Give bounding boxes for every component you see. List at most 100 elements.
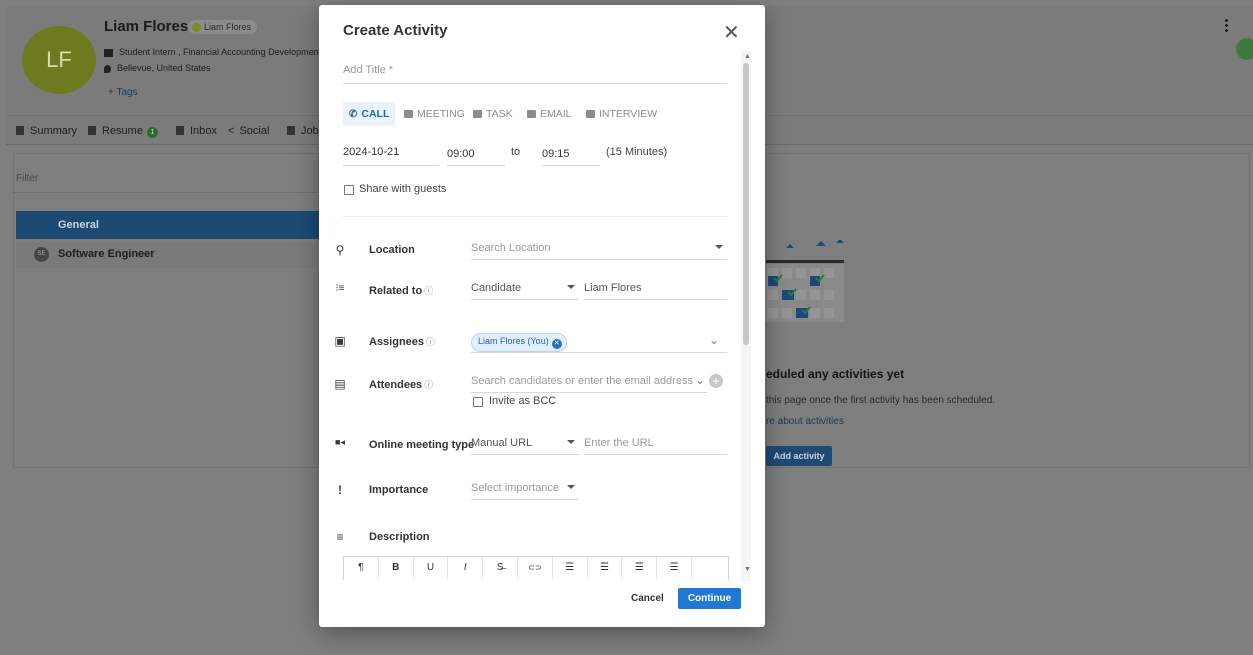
add-tags-link[interactable]: + Tags [108, 87, 138, 98]
inbox-icon [176, 126, 184, 135]
date-field[interactable]: 2024-10-21 [343, 144, 439, 166]
job-badge: SE [34, 247, 49, 262]
chevron-down-icon [567, 440, 575, 444]
location-label: Location [369, 244, 415, 256]
divider [343, 216, 727, 217]
empty-state-subtitle: this page once the first activity has be… [766, 395, 996, 406]
tab-social-label: Social [239, 125, 270, 137]
location-line: Bellevue, United States [104, 63, 211, 73]
related-type-select[interactable]: Candidate [471, 278, 579, 300]
interview-icon [586, 110, 595, 118]
close-icon[interactable]: ✕ [723, 20, 740, 45]
invite-bcc-checkbox[interactable] [473, 397, 483, 407]
tab-inbox-label: Inbox [190, 125, 217, 137]
meeting-icon [404, 110, 413, 118]
learn-more-link[interactable]: re about activities [766, 416, 844, 427]
task-icon [473, 110, 482, 118]
chevron-down-icon [715, 245, 723, 249]
info-icon: ⓘ [426, 337, 436, 347]
candidate-name: Liam Flores [104, 18, 189, 35]
scroll-up-icon[interactable]: ▲ [744, 53, 751, 60]
scroll-down-icon[interactable]: ▼ [744, 566, 751, 573]
create-activity-modal: Create Activity ✕ ▲ ▼ Add Title * ✆ CALL … [319, 5, 765, 627]
tab-jobs-label: Job [301, 125, 319, 137]
related-record-field[interactable]: Liam Flores [584, 278, 727, 300]
location-select[interactable]: Search Location [471, 238, 727, 260]
chevron-down-icon [567, 485, 575, 489]
link-icon[interactable]: ⊂⊃ [518, 557, 553, 579]
tab-jobs[interactable]: Job [287, 125, 319, 137]
importance-select[interactable]: Select importance [471, 478, 579, 500]
type-tab-task[interactable]: TASK [467, 102, 519, 126]
italic-icon[interactable]: I [448, 557, 484, 579]
calendar-illustration-icon [766, 240, 844, 322]
scrollbar-thumb[interactable] [743, 63, 749, 345]
toolbar-empty-slot [692, 557, 727, 579]
exclamation-icon: ! [338, 483, 342, 497]
add-activity-button[interactable]: Add activity [766, 446, 832, 466]
bold-icon[interactable]: B [379, 557, 414, 579]
type-tab-meeting[interactable]: MEETING [398, 102, 471, 126]
type-tab-email[interactable]: EMAIL [521, 102, 578, 126]
indent-icon[interactable]: ☰ [622, 557, 658, 579]
meeting-url-input[interactable]: Enter the URL [584, 433, 727, 455]
contact-card-icon: ▤ [334, 377, 346, 391]
chevron-down-icon[interactable]: ⌄ [695, 373, 705, 387]
importance-label: Importance [369, 484, 429, 496]
phone-icon: ✆ [349, 109, 358, 120]
tab-inbox[interactable]: Inbox [176, 125, 217, 137]
title-input[interactable]: Add Title * [343, 64, 727, 84]
meeting-type-value: Manual URL [471, 437, 533, 449]
meeting-type-select[interactable]: Manual URL [471, 433, 579, 455]
assignees-select[interactable]: Liam Flores (You) ✕ ⌄ [471, 331, 727, 353]
attendees-label: Attendees ⓘ [369, 378, 433, 391]
list-item-job[interactable]: SE Software Engineer [16, 242, 319, 268]
remove-chip-icon[interactable]: ✕ [551, 339, 562, 349]
end-time-field[interactable]: 09:15 [542, 144, 600, 166]
info-icon: ⓘ [424, 380, 434, 390]
location-pin-icon: ⚲ [335, 243, 345, 257]
add-attendee-icon[interactable]: + [709, 374, 723, 388]
empty-state-title: eduled any activities yet [766, 367, 905, 381]
filter-input[interactable]: Filter [16, 173, 38, 184]
duration-label: (15 Minutes) [606, 146, 668, 158]
assignee-chip: Liam Flores (You) ✕ [471, 333, 567, 352]
type-task-label: TASK [486, 108, 513, 120]
attendees-placeholder: Search candidates or enter the email add… [471, 375, 693, 387]
related-to-text: Related to [369, 285, 423, 297]
attendees-search-input[interactable]: Search candidates or enter the email add… [471, 371, 707, 393]
email-icon [527, 110, 536, 118]
continue-button[interactable]: Continue [678, 588, 741, 609]
paragraph-icon[interactable]: ¶ [344, 557, 379, 579]
tab-resume[interactable]: Resume 1 [88, 125, 158, 138]
assignee-chip-label: Liam Flores (You) [478, 336, 549, 346]
editor-toolbar: ¶ B U I S̶ ⊂⊃ ☰ ☰ ☰ ☰ [343, 556, 729, 580]
briefcase-icon [104, 48, 113, 57]
type-tab-call[interactable]: ✆ CALL [343, 102, 396, 126]
job-line: Student Intern , Financial Accounting De… [104, 47, 321, 57]
summary-icon [16, 126, 24, 135]
start-time-field[interactable]: 09:00 [447, 144, 505, 166]
jobs-icon [287, 126, 295, 135]
share-guests-checkbox[interactable] [344, 185, 354, 195]
online-meeting-label: Online meeting type [369, 439, 475, 451]
chevron-down-icon[interactable]: ⌄ [709, 333, 719, 347]
assignees-label: Assignees ⓘ [369, 335, 435, 348]
share-guests-label: Share with guests [359, 183, 447, 195]
underline-icon[interactable]: U [414, 557, 449, 579]
info-icon: ⓘ [424, 286, 434, 296]
more-options-icon[interactable] [1225, 18, 1228, 32]
list-item-general[interactable]: General [16, 211, 319, 239]
numbered-list-icon[interactable]: ☰ [588, 557, 623, 579]
tab-summary[interactable]: Summary [16, 125, 77, 137]
type-interview-label: INTERVIEW [599, 108, 658, 120]
tab-social[interactable]: < Social [228, 125, 269, 137]
cancel-button[interactable]: Cancel [631, 593, 664, 604]
share-icon: < [228, 125, 235, 137]
strikethrough-icon[interactable]: S̶ [483, 557, 518, 579]
to-label: to [511, 146, 521, 158]
type-tab-interview[interactable]: INTERVIEW [580, 102, 663, 126]
outdent-icon[interactable]: ☰ [657, 557, 692, 579]
location-marker-icon[interactable] [1236, 38, 1253, 60]
bullet-list-icon[interactable]: ☰ [553, 557, 588, 579]
